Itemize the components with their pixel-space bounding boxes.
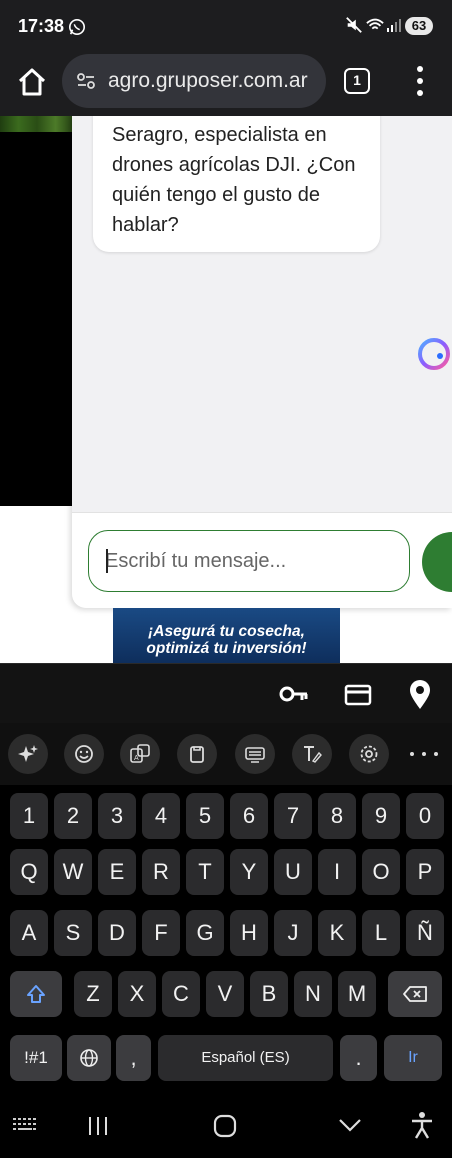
comma-key[interactable]: , — [116, 1035, 151, 1081]
svg-text:A: A — [134, 755, 139, 762]
key-m[interactable]: M — [338, 971, 376, 1017]
key-h[interactable]: H — [230, 910, 268, 956]
mute-icon — [346, 17, 362, 33]
whatsapp-icon — [68, 18, 86, 36]
bot-message-text: Seragro, especialista en drones agrícola… — [112, 124, 356, 236]
loading-spinner-icon — [418, 338, 450, 370]
overflow-menu-icon[interactable] — [410, 64, 430, 98]
clipboard-icon[interactable] — [177, 734, 217, 774]
shift-icon — [27, 985, 45, 1003]
promo-banner[interactable]: ¡Asegurá tu cosecha, optimizá tu inversi… — [113, 608, 340, 663]
message-input[interactable] — [88, 530, 410, 592]
more-options-icon[interactable] — [404, 734, 444, 774]
keyboard-toolbar: A — [0, 723, 452, 785]
settings-gear-icon[interactable] — [349, 734, 389, 774]
key-t[interactable]: T — [186, 849, 224, 895]
key-l[interactable]: L — [362, 910, 400, 956]
key-q[interactable]: Q — [10, 849, 48, 895]
key-p[interactable]: P — [406, 849, 444, 895]
key-a[interactable]: A — [10, 910, 48, 956]
chat-widget: Seragro, especialista en drones agrícola… — [72, 116, 452, 608]
key-i[interactable]: I — [318, 849, 356, 895]
language-key[interactable] — [67, 1035, 111, 1081]
key-0[interactable]: 0 — [406, 793, 444, 839]
system-nav-bar — [0, 1095, 452, 1158]
key-2[interactable]: 2 — [54, 793, 92, 839]
url-text: agro.gruposer.com.ar — [108, 69, 308, 92]
key-w[interactable]: W — [54, 849, 92, 895]
symbols-key[interactable]: !#1 — [10, 1035, 62, 1081]
key-u[interactable]: U — [274, 849, 312, 895]
backspace-key[interactable] — [388, 971, 442, 1017]
keyboard-hide-icon[interactable] — [12, 1117, 38, 1133]
accessibility-icon[interactable] — [410, 1111, 434, 1139]
key-5[interactable]: 5 — [186, 793, 224, 839]
status-time: 17:38 — [18, 16, 65, 36]
signal-icon — [387, 19, 401, 32]
ai-sparkle-icon[interactable] — [8, 734, 48, 774]
banner-line-2: optimizá tu inversión! — [146, 640, 307, 657]
key-j[interactable]: J — [274, 910, 312, 956]
backspace-icon — [403, 986, 427, 1002]
location-pin-icon[interactable] — [408, 680, 432, 710]
emoji-icon[interactable] — [64, 734, 104, 774]
keyboard-keys: 1 2 3 4 5 6 7 8 9 0 Q W E R T Y U I O P … — [0, 785, 452, 1095]
globe-icon — [80, 1049, 98, 1067]
key-y[interactable]: Y — [230, 849, 268, 895]
period-key[interactable]: . — [340, 1035, 377, 1081]
key-e[interactable]: E — [98, 849, 136, 895]
chevron-down-icon[interactable] — [338, 1117, 362, 1133]
text-caret — [106, 549, 108, 573]
text-style-icon[interactable] — [292, 734, 332, 774]
go-key[interactable]: Ir — [384, 1035, 442, 1081]
recent-apps-icon[interactable] — [86, 1115, 110, 1137]
key-x[interactable]: X — [118, 971, 156, 1017]
key-v[interactable]: V — [206, 971, 244, 1017]
bot-message-bubble: Seragro, especialista en drones agrícola… — [93, 116, 380, 252]
space-key[interactable]: Español (ES) — [158, 1035, 333, 1081]
address-bar[interactable]: agro.gruposer.com.ar — [62, 54, 326, 108]
key-r[interactable]: R — [142, 849, 180, 895]
hero-image-strip — [0, 116, 74, 132]
battery-indicator: 63 — [405, 17, 433, 35]
key-d[interactable]: D — [98, 910, 136, 956]
key-f[interactable]: F — [142, 910, 180, 956]
translate-icon[interactable]: A — [120, 734, 160, 774]
shift-key[interactable] — [10, 971, 62, 1017]
home-icon[interactable] — [14, 64, 50, 100]
banner-line-1: ¡Asegurá tu cosecha, — [148, 623, 305, 640]
key-8[interactable]: 8 — [318, 793, 356, 839]
key-4[interactable]: 4 — [142, 793, 180, 839]
key-o[interactable]: O — [362, 849, 400, 895]
password-key-icon[interactable] — [278, 682, 310, 706]
autofill-bar — [0, 663, 452, 723]
browser-toolbar: agro.gruposer.com.ar 1 — [0, 50, 452, 116]
key-6[interactable]: 6 — [230, 793, 268, 839]
soft-keyboard: A 1 2 3 4 5 6 7 8 9 0 Q W E R T Y U I O … — [0, 663, 452, 1158]
home-nav-icon[interactable] — [212, 1113, 238, 1139]
key-s[interactable]: S — [54, 910, 92, 956]
keyboard-mode-icon[interactable] — [235, 734, 275, 774]
key-z[interactable]: Z — [74, 971, 112, 1017]
wifi-icon — [366, 18, 384, 30]
key-b[interactable]: B — [250, 971, 288, 1017]
key-3[interactable]: 3 — [98, 793, 136, 839]
site-settings-icon[interactable] — [76, 71, 96, 91]
status-bar: 17:38 63 — [0, 0, 452, 50]
key-1[interactable]: 1 — [10, 793, 48, 839]
key-n[interactable]: N — [294, 971, 332, 1017]
send-button[interactable] — [422, 532, 452, 592]
web-page: Seragro, especialista en drones agrícola… — [0, 116, 452, 663]
key-k[interactable]: K — [318, 910, 356, 956]
tab-switcher-button[interactable]: 1 — [344, 68, 370, 94]
payment-card-icon[interactable] — [344, 684, 372, 706]
key-enye[interactable]: Ñ — [406, 910, 444, 956]
key-9[interactable]: 9 — [362, 793, 400, 839]
key-g[interactable]: G — [186, 910, 224, 956]
hero-background — [0, 116, 74, 506]
key-7[interactable]: 7 — [274, 793, 312, 839]
key-c[interactable]: C — [162, 971, 200, 1017]
chat-input-area — [72, 512, 452, 608]
